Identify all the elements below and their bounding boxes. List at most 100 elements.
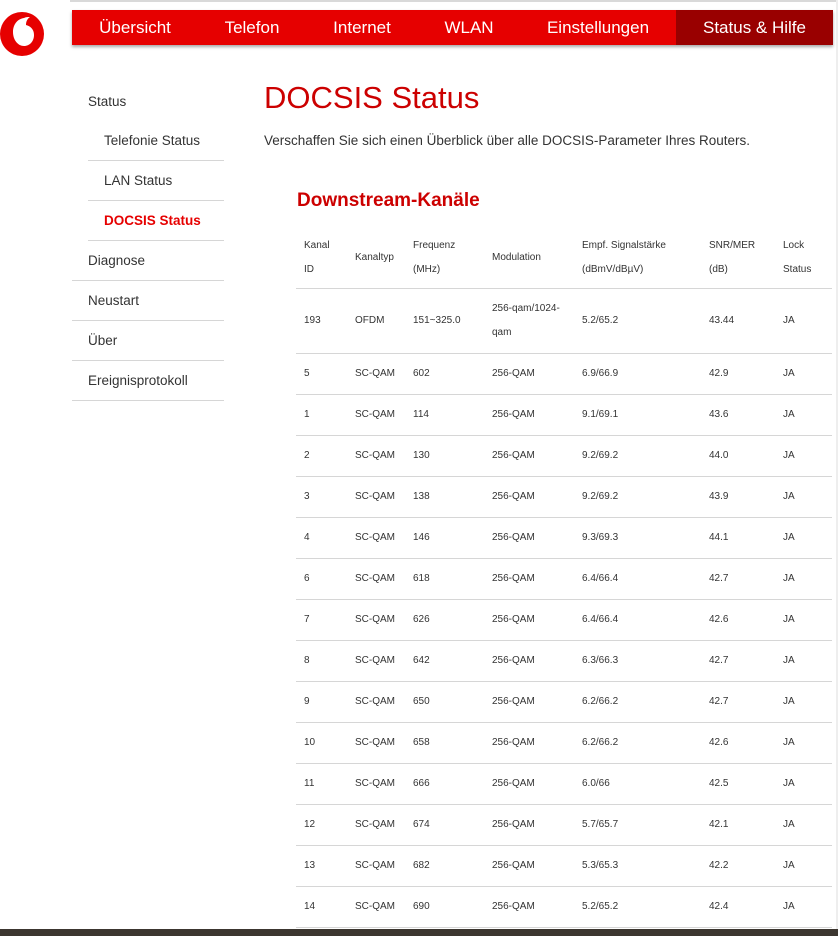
sidebar-item-diagnose[interactable]: Diagnose (72, 241, 224, 281)
table-row: 2 SC-QAM 130 256-QAM 9.2/69.2 44.0 JA (296, 435, 832, 477)
page-title: DOCSIS Status (264, 80, 480, 115)
table-cell: 256-QAM (484, 886, 574, 928)
table-cell: JA (775, 886, 832, 928)
table-cell: 666 (405, 763, 484, 805)
column-header-text: Kanal (304, 239, 330, 251)
table-cell: 6.3/66.3 (574, 640, 701, 682)
table-cell: JA (775, 640, 832, 682)
table-cell: JA (775, 722, 832, 764)
sidebar-item-neustart[interactable]: Neustart (72, 281, 224, 321)
sidebar-item-lan-status[interactable]: LAN Status (88, 161, 224, 201)
table-cell: 44.1 (701, 517, 775, 559)
column-header-text: ID (304, 263, 314, 275)
nav-uebersicht[interactable]: Übersicht (72, 10, 198, 45)
table-cell: 1 (296, 394, 347, 436)
table-cell: 658 (405, 722, 484, 764)
table-cell: 618 (405, 558, 484, 600)
table-cell: 642 (405, 640, 484, 682)
top-rule (70, 0, 838, 2)
table-cell: 9 (296, 681, 347, 723)
table-cell: SC-QAM (347, 640, 405, 682)
table-cell: 9.2/69.2 (574, 476, 701, 518)
sidebar-item-über[interactable]: Über (72, 321, 224, 361)
table-cell: 43.9 (701, 476, 775, 518)
table-cell: 42.7 (701, 558, 775, 600)
table-cell: JA (775, 353, 832, 395)
column-header-text: Modulation (492, 251, 541, 263)
sidebar-item-docsis-status[interactable]: DOCSIS Status (88, 201, 224, 241)
downstream-table-container: Kanal ID Kanaltyp Frequenz (MHz) Modulation Em… (296, 228, 832, 928)
column-header-text: (dBmV/dBµV) (582, 263, 644, 275)
bottom-bar (0, 929, 838, 936)
table-cell: 5 (296, 353, 347, 395)
sidebar-item-ereignisprotokoll[interactable]: Ereignisprotokoll (72, 361, 224, 401)
table-row: 12 SC-QAM 674 256-QAM 5.7/65.7 42.1 JA (296, 804, 832, 846)
table-cell: 130 (405, 435, 484, 477)
column-header: SNR/MER (dB) (701, 228, 775, 289)
table-cell: 256-qam/1024-qam (484, 288, 574, 354)
nav-einstellungen[interactable]: Einstellungen (520, 10, 676, 45)
table-cell: 5.3/65.3 (574, 845, 701, 887)
table-cell: 151~325.0 (405, 288, 484, 354)
sidebar-item-telefonie-status[interactable]: Telefonie Status (88, 121, 224, 161)
table-header-row: Kanal ID Kanaltyp Frequenz (MHz) Modulation Em… (296, 228, 832, 289)
table-row: 7 SC-QAM 626 256-QAM 6.4/66.4 42.6 JA (296, 599, 832, 641)
table-cell: 690 (405, 886, 484, 928)
table-cell: 42.6 (701, 599, 775, 641)
table-cell: 42.2 (701, 845, 775, 887)
table-cell: 3 (296, 476, 347, 518)
vodafone-logo-icon[interactable] (0, 4, 48, 56)
table-cell: SC-QAM (347, 558, 405, 600)
table-cell: 44.0 (701, 435, 775, 477)
nav-wlan[interactable]: WLAN (418, 10, 520, 45)
table-cell: 12 (296, 804, 347, 846)
table-cell: 14 (296, 886, 347, 928)
table-row: 193 OFDM 151~325.0 256-qam/1024-qam 5.2/65.2… (296, 288, 832, 354)
table-cell: 193 (296, 288, 347, 354)
table-cell: 256-QAM (484, 435, 574, 477)
table-cell: JA (775, 599, 832, 641)
table-cell: JA (775, 476, 832, 518)
nav-status-hilfe[interactable]: Status & Hilfe (676, 10, 833, 45)
table-cell: 2 (296, 435, 347, 477)
table-cell: 256-QAM (484, 640, 574, 682)
table-cell: 42.5 (701, 763, 775, 805)
table-row: 9 SC-QAM 650 256-QAM 6.2/66.2 42.7 JA (296, 681, 832, 723)
column-header: Modulation (484, 228, 574, 289)
table-cell: 42.6 (701, 722, 775, 764)
table-cell: SC-QAM (347, 845, 405, 887)
table-cell: 256-QAM (484, 722, 574, 764)
column-header-text: Kanaltyp (355, 251, 394, 263)
column-header-text: (dB) (709, 263, 728, 275)
table-cell: 42.1 (701, 804, 775, 846)
table-cell: JA (775, 763, 832, 805)
nav-telefon[interactable]: Telefon (198, 10, 306, 45)
table-cell: SC-QAM (347, 435, 405, 477)
table-cell: SC-QAM (347, 763, 405, 805)
table-cell: JA (775, 288, 832, 354)
table-cell: JA (775, 845, 832, 887)
nav-internet[interactable]: Internet (306, 10, 418, 45)
table-cell: OFDM (347, 288, 405, 354)
table-cell: 9.3/69.3 (574, 517, 701, 559)
sidebar-item-status[interactable]: Status (72, 81, 224, 121)
table-cell: 256-QAM (484, 599, 574, 641)
column-header: Kanaltyp (347, 228, 405, 289)
table-cell: 256-QAM (484, 804, 574, 846)
table-cell: 5.7/65.7 (574, 804, 701, 846)
table-cell: 11 (296, 763, 347, 805)
table-cell: SC-QAM (347, 886, 405, 928)
table-cell: SC-QAM (347, 599, 405, 641)
table-row: 1 SC-QAM 114 256-QAM 9.1/69.1 43.6 JA (296, 394, 832, 436)
table-row: 8 SC-QAM 642 256-QAM 6.3/66.3 42.7 JA (296, 640, 832, 682)
page-description: Verschaffen Sie sich einen Überblick übe… (264, 133, 750, 148)
column-header-text: Empf. Signalstärke (582, 239, 666, 251)
table-cell: SC-QAM (347, 353, 405, 395)
column-header-text: Status (783, 263, 812, 275)
table-cell: 9.2/69.2 (574, 435, 701, 477)
table-row: 6 SC-QAM 618 256-QAM 6.4/66.4 42.7 JA (296, 558, 832, 600)
sidebar: Status Telefonie Status LAN Status DOCSIS S… (72, 81, 224, 401)
table-cell: 5.2/65.2 (574, 886, 701, 928)
downstream-section-title: Downstream-Kanäle (297, 190, 480, 211)
table-row: 4 SC-QAM 146 256-QAM 9.3/69.3 44.1 JA (296, 517, 832, 559)
